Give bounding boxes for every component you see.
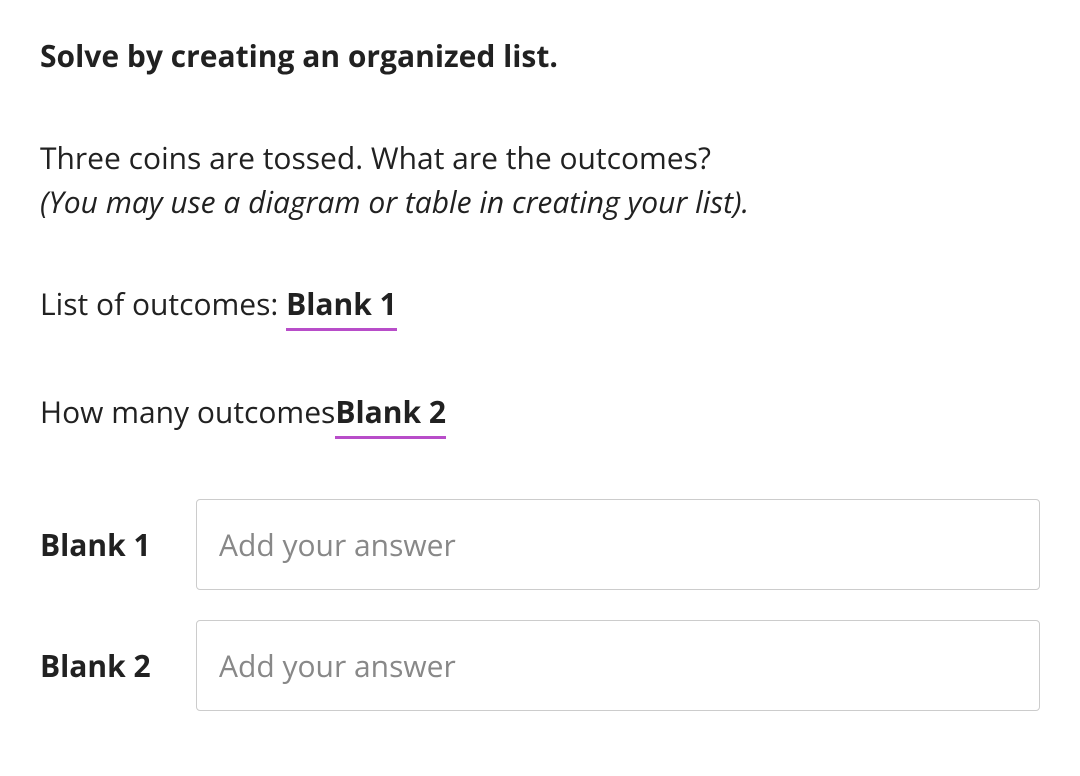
prompt-outcomes-list: List of outcomes: Blank 1 <box>40 283 1040 331</box>
prompt1-prefix: List of outcomes: <box>40 283 286 324</box>
blank-2-reference: Blank 2 <box>335 391 446 439</box>
problem-line1: Three coins are tossed. What are the out… <box>40 137 711 178</box>
answer-row-2: Blank 2 <box>40 620 1040 711</box>
prompt-outcomes-count: How many outcomesBlank 2 <box>40 391 1040 439</box>
answer-label-1: Blank 1 <box>40 524 160 565</box>
answer-label-2: Blank 2 <box>40 645 160 686</box>
question-title: Solve by creating an organized list. <box>40 35 1040 76</box>
prompt2-prefix: How many outcomes <box>40 391 335 432</box>
blank-1-reference: Blank 1 <box>286 283 397 331</box>
answer-input-2[interactable] <box>196 620 1040 711</box>
answer-input-1[interactable] <box>196 499 1040 590</box>
problem-text: Three coins are tossed. What are the out… <box>40 136 1040 223</box>
answer-row-1: Blank 1 <box>40 499 1040 590</box>
problem-hint: (You may use a diagram or table in creat… <box>40 181 749 222</box>
